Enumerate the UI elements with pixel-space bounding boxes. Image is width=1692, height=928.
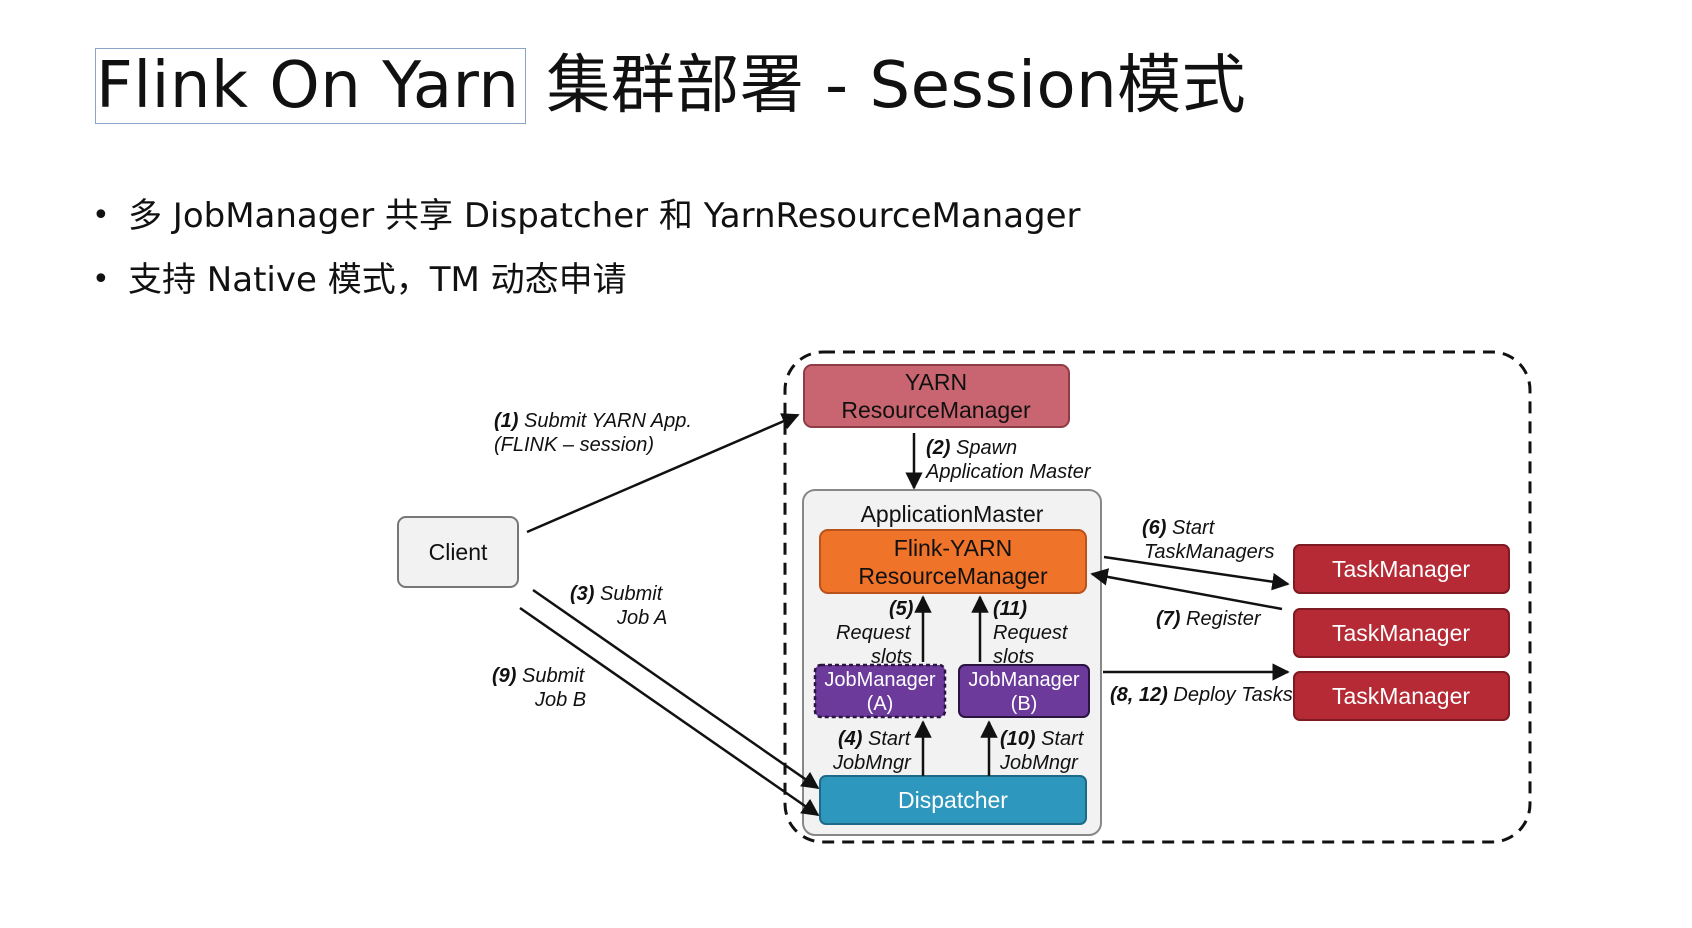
label-step-2: (2) Spawn	[926, 437, 1017, 459]
flink-rm-line1: Flink-YARN	[894, 535, 1012, 561]
taskmanager-label: TaskManager	[1332, 683, 1470, 709]
label-step-3: (3) Submit	[570, 583, 664, 605]
label-step-4-line2: JobMngr	[832, 752, 912, 774]
taskmanager-box: TaskManager	[1293, 544, 1510, 594]
client-label: Client	[429, 539, 488, 565]
jobmanager-a-line2: (A)	[867, 693, 894, 715]
arrow-submit-job-b	[519, 606, 820, 817]
jobmanager-b-line1: JobManager	[968, 669, 1080, 691]
label-step-5-line3: slots	[871, 646, 912, 668]
label-step-5-line2: Request	[836, 622, 912, 644]
label-step-9-line2: Job B	[534, 689, 586, 711]
label-step-9: (9) Submit	[492, 665, 586, 687]
label-step-7: (7) Register	[1156, 608, 1262, 630]
client-box: Client	[397, 516, 519, 588]
label-step-11: (11)	[993, 598, 1027, 620]
yarn-rm-line2: ResourceManager	[841, 397, 1031, 423]
taskmanager-label: TaskManager	[1332, 556, 1470, 582]
label-step-1-line2: (FLINK – session)	[494, 434, 654, 456]
taskmanager-box: TaskManager	[1293, 608, 1510, 658]
application-master-label: ApplicationMaster	[861, 501, 1044, 527]
flink-yarn-session-diagram: Client YARN ResourceManager ApplicationM…	[397, 350, 1532, 844]
jobmanager-b-box: JobManager (B)	[958, 664, 1090, 718]
flink-rm-line2: ResourceManager	[858, 563, 1048, 589]
jobmanager-b-line2: (B)	[1011, 693, 1038, 715]
jobmanager-a-line1: JobManager	[824, 669, 936, 691]
label-step-10: (10) Start	[1000, 728, 1085, 750]
dispatcher-label: Dispatcher	[898, 787, 1008, 813]
jobmanager-a-box: JobManager (A)	[813, 663, 947, 719]
label-step-8-12: (8, 12) Deploy Tasks	[1110, 684, 1293, 706]
label-step-11-line3: slots	[993, 646, 1034, 668]
label-step-2-line2: Application Master	[925, 461, 1092, 483]
label-step-3-line2: Job A	[616, 607, 667, 629]
label-step-5: (5)	[889, 598, 914, 620]
flink-resourcemanager-box: Flink-YARN ResourceManager	[819, 529, 1087, 594]
label-step-10-line2: JobMngr	[999, 752, 1079, 774]
label-step-1: (1) Submit YARN App.	[494, 410, 692, 432]
yarn-rm-line1: YARN	[905, 369, 967, 395]
dispatcher-box: Dispatcher	[819, 775, 1087, 825]
arrow-submit-yarn-app	[526, 413, 800, 534]
label-step-6: (6) Start	[1142, 517, 1216, 539]
yarn-resourcemanager-box: YARN ResourceManager	[803, 364, 1070, 428]
taskmanager-label: TaskManager	[1332, 620, 1470, 646]
label-step-6-line2: TaskManagers	[1144, 541, 1274, 563]
label-step-4: (4) Start	[838, 728, 912, 750]
taskmanager-box: TaskManager	[1293, 671, 1510, 721]
label-step-11-line2: Request	[993, 622, 1069, 644]
